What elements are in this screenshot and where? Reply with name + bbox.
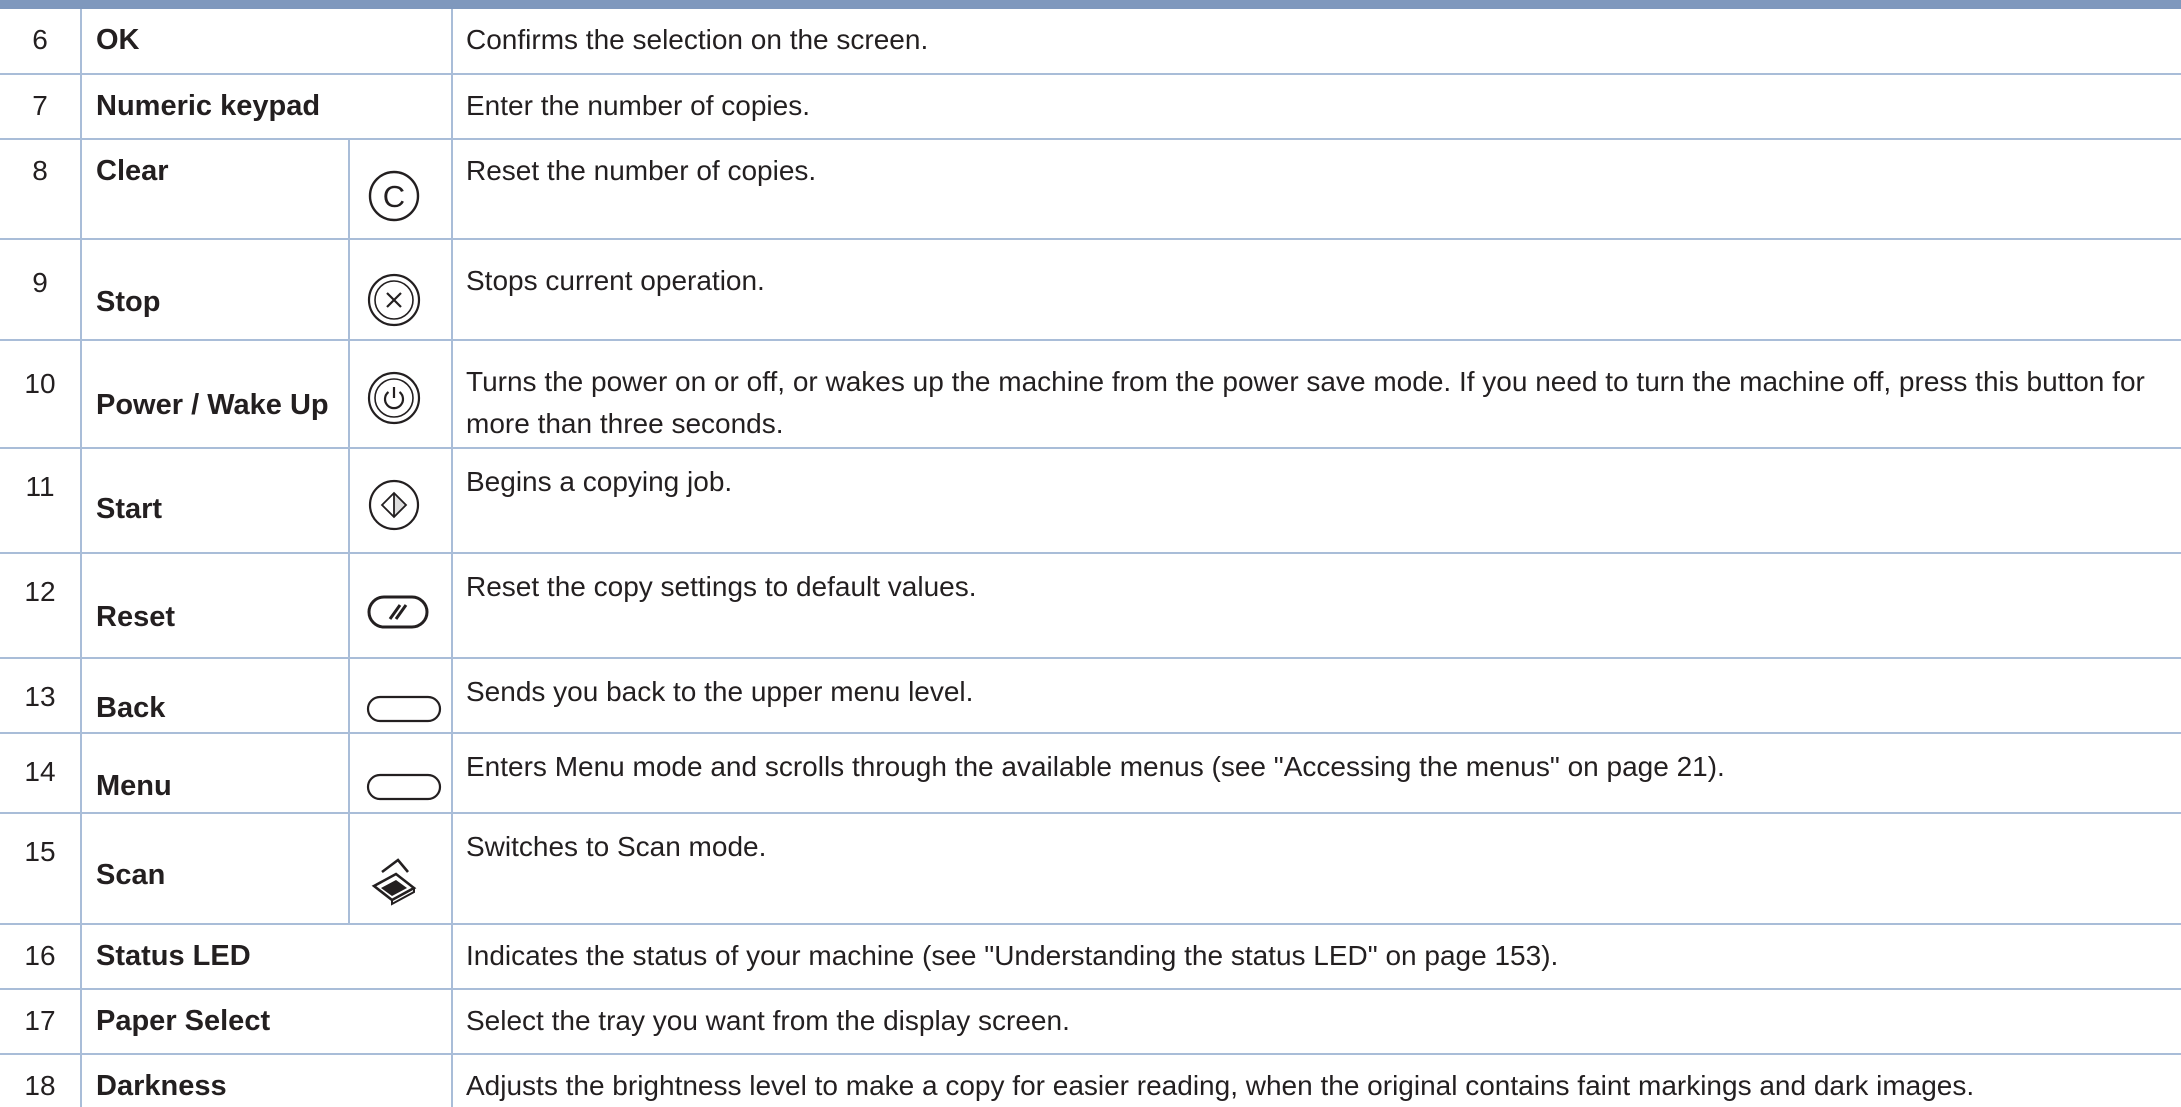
clear-icon: C	[366, 168, 422, 224]
start-icon	[366, 477, 422, 533]
stop-icon	[366, 272, 422, 328]
row-number: 10	[24, 368, 56, 399]
row-description: Enters Menu mode and scrolls through the…	[466, 751, 1725, 782]
menu-button-icon	[366, 773, 442, 801]
table-row: 8 Clear C Reset the number of copies.	[0, 140, 2181, 240]
row-name: Clear	[96, 155, 169, 187]
table-row: 13 Back Sends you back to the upper menu…	[0, 659, 2181, 734]
table-row: 11 Start Begins a copying job.	[0, 449, 2181, 554]
row-name: Numeric keypad	[96, 90, 321, 122]
row-name: Stop	[96, 286, 161, 318]
row-number: 9	[32, 267, 48, 298]
icon-divider	[348, 814, 350, 925]
row-name: Status LED	[96, 940, 251, 972]
row-number: 6	[32, 24, 48, 55]
icon-divider	[348, 240, 350, 341]
row-description: Begins a copying job.	[466, 466, 733, 497]
row-name: Power / Wake Up	[96, 389, 329, 421]
icon-divider	[348, 659, 350, 734]
row-name: Paper Select	[96, 1005, 271, 1037]
scan-icon	[366, 852, 422, 908]
row-description: Sends you back to the upper menu level.	[466, 676, 974, 707]
table-row: 18 Darkness Adjusts the brightness level…	[0, 1055, 2181, 1107]
row-name: Back	[96, 692, 166, 724]
row-name: Darkness	[96, 1070, 227, 1102]
row-description: Indicates the status of your machine (se…	[466, 940, 1559, 971]
table-row: 6 OK Confirms the selection on the scree…	[0, 9, 2181, 75]
row-description: Turns the power on or off, or wakes up t…	[466, 366, 2145, 439]
icon-divider	[348, 734, 350, 814]
table-row: 7 Numeric keypad Enter the number of cop…	[0, 75, 2181, 140]
reset-icon	[366, 594, 430, 630]
row-number: 7	[32, 90, 48, 121]
table-row: 16 Status LED Indicates the status of yo…	[0, 925, 2181, 990]
icon-divider	[348, 449, 350, 554]
row-description: Switches to Scan mode.	[466, 831, 767, 862]
row-description: Reset the number of copies.	[466, 155, 817, 186]
icon-divider	[348, 554, 350, 659]
top-rule	[0, 0, 2181, 9]
table-row: 10 Power / Wake Up Turns the power on or…	[0, 341, 2181, 449]
row-name: Scan	[96, 859, 166, 891]
row-description: Stops current operation.	[466, 265, 765, 296]
row-number: 12	[24, 576, 56, 607]
row-description: Confirms the selection on the screen.	[466, 24, 929, 55]
icon-divider	[348, 140, 350, 240]
table-row: 15 Scan Switches to Scan mode.	[0, 814, 2181, 925]
row-description: Enter the number of copies.	[466, 90, 810, 121]
table-row: 14 Menu Enters Menu mode and scrolls thr…	[0, 734, 2181, 814]
back-button-icon	[366, 695, 442, 723]
row-number: 13	[24, 681, 56, 712]
table-row: 17 Paper Select Select the tray you want…	[0, 990, 2181, 1055]
row-name: Start	[96, 493, 163, 525]
row-number: 18	[24, 1070, 56, 1101]
row-description: Reset the copy settings to default value…	[466, 571, 977, 602]
table-row: 9 Stop Stops current operation.	[0, 240, 2181, 341]
row-number: 17	[24, 1005, 56, 1036]
row-name: Menu	[96, 770, 172, 802]
row-description: Adjusts the brightness level to make a c…	[466, 1070, 1975, 1101]
row-number: 8	[32, 155, 48, 186]
icon-divider	[348, 341, 350, 449]
row-description: Select the tray you want from the displa…	[466, 1005, 1070, 1036]
svg-text:C: C	[383, 179, 405, 214]
row-name: OK	[96, 24, 140, 56]
table-row: 12 Reset Reset the copy settings to defa…	[0, 554, 2181, 659]
row-number: 14	[24, 756, 56, 787]
row-number: 16	[24, 940, 56, 971]
row-number: 15	[24, 836, 56, 867]
row-number: 11	[25, 471, 55, 502]
power-icon	[366, 370, 422, 426]
row-name: Reset	[96, 601, 175, 633]
